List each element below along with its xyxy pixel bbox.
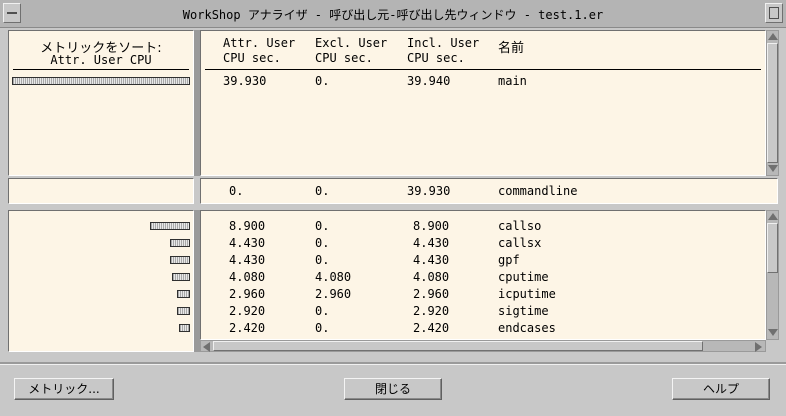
column-header-0[interactable]: Attr. User [223, 36, 295, 50]
selected-excl: 0. [315, 184, 330, 198]
cell-attr: 4.080 [229, 270, 266, 284]
callee-bars-panel [8, 210, 194, 352]
cell-attr: 8.900 [229, 219, 266, 233]
metrics-button[interactable]: メトリック... [14, 378, 114, 400]
table-row[interactable]: 2.960 2.960 2.960 icputime [201, 287, 761, 303]
cell-excl: 0. [315, 253, 330, 267]
cell-name: endcases [498, 321, 556, 335]
cell-excl: 0. [315, 74, 330, 88]
cell-incl: 4.080 [413, 270, 450, 284]
sort-metric-label: Attr. User CPU [50, 53, 152, 67]
scroll-left-icon[interactable] [203, 342, 210, 352]
metric-bar [179, 324, 190, 332]
cell-incl: 39.940 [407, 74, 451, 88]
cell-incl: 2.920 [413, 304, 450, 318]
callers-scrollbar[interactable] [766, 30, 779, 176]
selected-incl: 39.930 [407, 184, 451, 198]
cell-name: icputime [498, 287, 556, 301]
hscroll-thumb[interactable] [213, 341, 703, 351]
cell-name: gpf [498, 253, 520, 267]
column-subheader-1: CPU sec. [315, 51, 373, 65]
scroll-right-icon[interactable] [755, 342, 762, 352]
cell-excl: 0. [315, 321, 330, 335]
table-row[interactable]: 39.930 0. 39.940 main [201, 74, 761, 90]
column-subheader-2: CPU sec. [407, 51, 465, 65]
cell-incl: 2.960 [413, 287, 450, 301]
cell-excl: 2.960 [315, 287, 352, 301]
column-header-1[interactable]: Excl. User [315, 36, 387, 50]
selected-name: commandline [498, 184, 578, 198]
cell-attr: 4.430 [229, 253, 266, 267]
table-row[interactable]: 4.080 4.080 4.080 cputime [201, 270, 761, 286]
scroll-down-icon[interactable] [768, 329, 778, 336]
column-subheader-0: CPU sec. [223, 51, 281, 65]
metric-bar [172, 273, 190, 281]
callees-scrollbar[interactable] [766, 210, 779, 340]
cell-excl: 0. [315, 304, 330, 318]
callees-panel: 8.900 0. 8.900 callso 4.430 0. 4.430 callsx 4.43… [200, 210, 766, 340]
table-row[interactable]: 4.430 0. 4.430 callsx [201, 236, 761, 252]
table-row[interactable]: 2.920 0. 2.920 sigtime [201, 304, 761, 320]
column-header-2[interactable]: Incl. User [407, 36, 479, 50]
cell-attr: 39.930 [223, 74, 267, 88]
cell-attr: 2.920 [229, 304, 266, 318]
cell-name: callso [498, 219, 542, 233]
cell-excl: 4.080 [315, 270, 352, 284]
sort-panel: メトリックをソート: Attr. User CPU [8, 30, 194, 176]
cell-name: sigtime [498, 304, 549, 318]
column-header-3[interactable]: 名前 [498, 37, 524, 56]
header-divider [205, 69, 761, 70]
table-row[interactable]: 2.420 0. 2.420 endcases [201, 321, 761, 337]
metric-bar [170, 256, 190, 264]
close-button[interactable]: 閉じる [344, 378, 442, 400]
metric-bar [177, 307, 190, 315]
help-button[interactable]: ヘルプ [672, 378, 770, 400]
metric-bar [177, 290, 190, 298]
scroll-up-icon[interactable] [768, 213, 778, 220]
cell-name: main [498, 74, 527, 88]
table-row[interactable]: 8.900 0. 8.900 callso [201, 219, 761, 235]
scroll-down-icon[interactable] [768, 165, 778, 172]
selected-function-row[interactable]: 0. 0. 39.930 commandline [200, 178, 778, 204]
cell-name: cputime [498, 270, 549, 284]
cell-incl: 4.430 [413, 236, 450, 250]
cell-attr: 2.420 [229, 321, 266, 335]
button-bar-divider [0, 362, 786, 365]
metric-bar [170, 239, 190, 247]
metric-bar [12, 77, 190, 85]
sort-divider [13, 69, 189, 70]
selected-attr: 0. [229, 184, 244, 198]
callers-panel: Attr. User CPU sec. Excl. User CPU sec. Incl… [200, 30, 766, 176]
scroll-up-icon[interactable] [768, 33, 778, 40]
selected-bar-panel [8, 178, 194, 204]
maximize-button[interactable] [765, 3, 783, 23]
cell-incl: 8.900 [413, 219, 450, 233]
cell-incl: 2.420 [413, 321, 450, 335]
cell-incl: 4.430 [413, 253, 450, 267]
cell-attr: 2.960 [229, 287, 266, 301]
scroll-thumb[interactable] [767, 43, 778, 163]
cell-excl: 0. [315, 236, 330, 250]
cell-attr: 4.430 [229, 236, 266, 250]
cell-name: callsx [498, 236, 542, 250]
metric-bar [150, 222, 190, 230]
table-row[interactable]: 4.430 0. 4.430 gpf [201, 253, 761, 269]
scroll-thumb[interactable] [767, 223, 778, 273]
callees-hscrollbar[interactable] [200, 340, 766, 352]
window-title: WorkShop アナライザ - 呼び出し元-呼び出し先ウィンドウ - test… [182, 8, 604, 22]
cell-excl: 0. [315, 219, 330, 233]
